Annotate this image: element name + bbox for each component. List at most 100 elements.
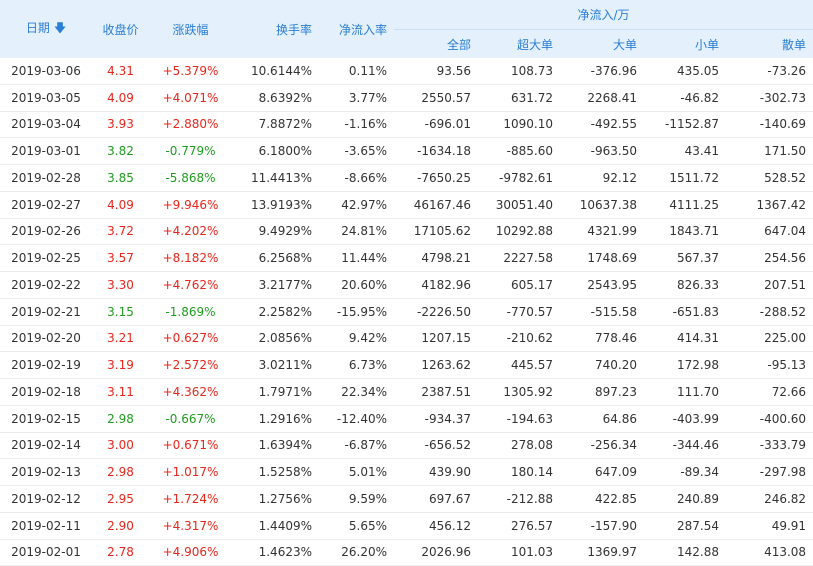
cell-large: 897.23 bbox=[560, 378, 644, 406]
cell-date: 2019-02-28 bbox=[0, 164, 92, 192]
cell-super-large: -210.62 bbox=[478, 325, 560, 353]
cell-all: -696.01 bbox=[394, 111, 478, 139]
cell-turnover: 1.6394% bbox=[232, 432, 319, 460]
cell-super-large: 1090.10 bbox=[478, 111, 560, 139]
cell-turnover: 9.4929% bbox=[232, 218, 319, 246]
cell-close: 2.98 bbox=[92, 405, 149, 433]
header-all[interactable]: 全部 bbox=[394, 29, 478, 58]
cell-net-ratio: 0.11% bbox=[319, 58, 394, 85]
cell-change: +1.724% bbox=[149, 485, 232, 513]
cell-net-ratio: -6.87% bbox=[319, 432, 394, 460]
cell-close: 3.72 bbox=[92, 218, 149, 246]
cell-net-ratio: -15.95% bbox=[319, 298, 394, 326]
cell-turnover: 1.4409% bbox=[232, 512, 319, 540]
cell-super-large: -212.88 bbox=[478, 485, 560, 513]
cell-change: +4.906% bbox=[149, 539, 232, 566]
header-net-ratio[interactable]: 净流入率 bbox=[319, 0, 394, 58]
cell-large: 4321.99 bbox=[560, 218, 644, 246]
header-close[interactable]: 收盘价 bbox=[92, 0, 149, 58]
cell-close: 4.31 bbox=[92, 58, 149, 85]
cell-large: -963.50 bbox=[560, 137, 644, 165]
cell-date: 2019-02-26 bbox=[0, 218, 92, 246]
header-large[interactable]: 大单 bbox=[560, 29, 644, 58]
cell-change: -0.779% bbox=[149, 137, 232, 165]
cell-retail: -302.73 bbox=[726, 84, 813, 112]
cell-all: 456.12 bbox=[394, 512, 478, 540]
table-row: 2019-03-01 3.82 -0.779% 6.1800% -3.65% -1634.… bbox=[0, 137, 813, 165]
cell-close: 3.19 bbox=[92, 351, 149, 379]
header-close-label: 收盘价 bbox=[102, 22, 139, 37]
cell-retail: 647.04 bbox=[726, 218, 813, 246]
header-super-large[interactable]: 超大单 bbox=[478, 29, 560, 58]
cell-date: 2019-02-12 bbox=[0, 485, 92, 513]
cell-all: 4182.96 bbox=[394, 271, 478, 299]
cell-super-large: 605.17 bbox=[478, 271, 560, 299]
cell-turnover: 1.4623% bbox=[232, 539, 319, 566]
sort-down-icon[interactable]: 🡇 bbox=[54, 19, 66, 40]
cell-change: -0.667% bbox=[149, 405, 232, 433]
header-retail[interactable]: 散单 bbox=[726, 29, 813, 58]
cell-all: 2026.96 bbox=[394, 539, 478, 566]
cell-all: 439.90 bbox=[394, 458, 478, 486]
cell-small: 142.88 bbox=[644, 539, 726, 566]
header-change[interactable]: 涨跌幅 bbox=[149, 0, 232, 58]
header-net-inflow-label: 净流入/万 bbox=[577, 8, 630, 22]
cell-large: 778.46 bbox=[560, 325, 644, 353]
cell-large: 1369.97 bbox=[560, 539, 644, 566]
cell-large: -376.96 bbox=[560, 58, 644, 85]
header-turnover-label: 换手率 bbox=[275, 22, 312, 37]
cell-turnover: 11.4413% bbox=[232, 164, 319, 192]
cell-date: 2019-02-25 bbox=[0, 244, 92, 272]
cell-small: -89.34 bbox=[644, 458, 726, 486]
cell-turnover: 1.5258% bbox=[232, 458, 319, 486]
table-row: 2019-02-15 2.98 -0.667% 1.2916% -12.40% -934.… bbox=[0, 405, 813, 433]
cell-large: -256.34 bbox=[560, 432, 644, 460]
table-row: 2019-03-06 4.31 +5.379% 10.6144% 0.11% 93.56 1… bbox=[0, 58, 813, 85]
cell-large: 740.20 bbox=[560, 351, 644, 379]
cell-large: 2543.95 bbox=[560, 271, 644, 299]
cell-change: +8.182% bbox=[149, 244, 232, 272]
cell-date: 2019-03-05 bbox=[0, 84, 92, 112]
cell-net-ratio: 5.65% bbox=[319, 512, 394, 540]
cell-change: +4.317% bbox=[149, 512, 232, 540]
cell-date: 2019-02-14 bbox=[0, 432, 92, 460]
cell-close: 3.30 bbox=[92, 271, 149, 299]
cell-turnover: 13.9193% bbox=[232, 191, 319, 219]
cell-all: -7650.25 bbox=[394, 164, 478, 192]
header-net-ratio-label: 净流入率 bbox=[338, 22, 387, 37]
cell-large: 422.85 bbox=[560, 485, 644, 513]
cell-retail: 246.82 bbox=[726, 485, 813, 513]
cell-turnover: 6.2568% bbox=[232, 244, 319, 272]
cell-net-ratio: 20.60% bbox=[319, 271, 394, 299]
cell-retail: -95.13 bbox=[726, 351, 813, 379]
cell-all: 2550.57 bbox=[394, 84, 478, 112]
table-row: 2019-02-21 3.15 -1.869% 2.2582% -15.95% -2226… bbox=[0, 298, 813, 326]
cell-super-large: 108.73 bbox=[478, 58, 560, 85]
cell-close: 3.11 bbox=[92, 378, 149, 406]
cell-large: -157.90 bbox=[560, 512, 644, 540]
cell-small: 1843.71 bbox=[644, 218, 726, 246]
table-row: 2019-02-14 3.00 +0.671% 1.6394% -6.87% -656.5… bbox=[0, 432, 813, 460]
cell-retail: 72.66 bbox=[726, 378, 813, 406]
cell-net-ratio: 11.44% bbox=[319, 244, 394, 272]
cell-net-ratio: 6.73% bbox=[319, 351, 394, 379]
cell-super-large: -194.63 bbox=[478, 405, 560, 433]
cell-change: +4.762% bbox=[149, 271, 232, 299]
cell-turnover: 10.6144% bbox=[232, 58, 319, 85]
cell-all: 17105.62 bbox=[394, 218, 478, 246]
cell-net-ratio: 42.97% bbox=[319, 191, 394, 219]
table-row: 2019-02-11 2.90 +4.317% 1.4409% 5.65% 456.12 2… bbox=[0, 512, 813, 540]
cell-small: -344.46 bbox=[644, 432, 726, 460]
header-date[interactable]: 日期 🡇 bbox=[0, 0, 92, 58]
cell-retail: 171.50 bbox=[726, 137, 813, 165]
header-turnover[interactable]: 换手率 bbox=[232, 0, 319, 58]
cell-date: 2019-02-20 bbox=[0, 325, 92, 353]
header-large-label: 大单 bbox=[612, 37, 637, 52]
table-row: 2019-02-25 3.57 +8.182% 6.2568% 11.44% 4798.2… bbox=[0, 244, 813, 272]
cell-super-large: 278.08 bbox=[478, 432, 560, 460]
cell-super-large: -885.60 bbox=[478, 137, 560, 165]
cell-change: -5.868% bbox=[149, 164, 232, 192]
cell-close: 3.85 bbox=[92, 164, 149, 192]
cell-super-large: 30051.40 bbox=[478, 191, 560, 219]
header-small[interactable]: 小单 bbox=[644, 29, 726, 58]
